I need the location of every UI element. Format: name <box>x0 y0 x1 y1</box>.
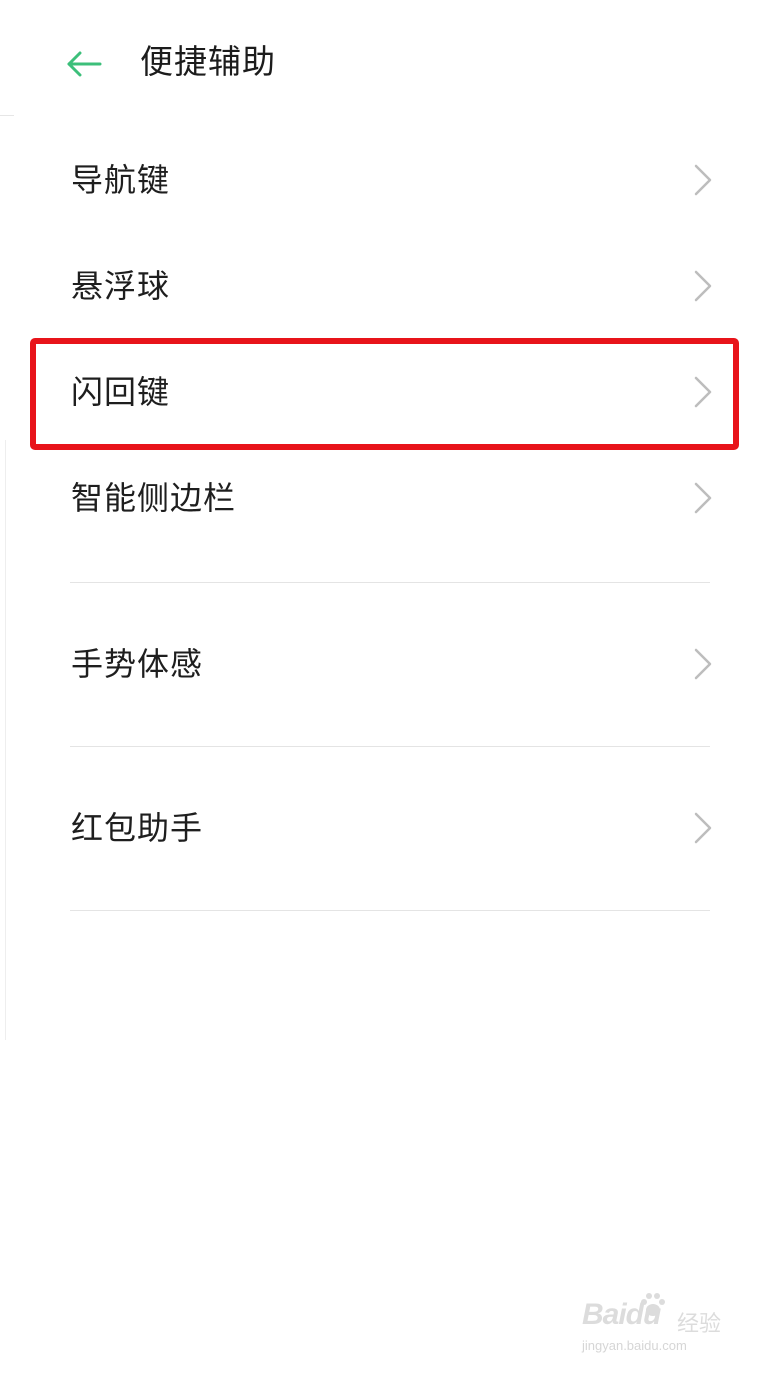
section-divider <box>70 746 710 747</box>
page-title: 便捷辅助 <box>140 42 276 81</box>
list-item-smart-sidebar[interactable]: 智能侧边栏 <box>0 458 760 538</box>
chevron-right-icon <box>694 376 712 408</box>
list-item-red-packet-assistant[interactable]: 红包助手 <box>0 786 760 870</box>
chevron-right-icon <box>694 164 712 196</box>
watermark-logo: Baidu <box>582 1298 661 1331</box>
arrow-left-icon <box>67 51 102 77</box>
list-item-flashback-key[interactable]: 闪回键 <box>0 352 760 432</box>
list-item-gesture-motion[interactable]: 手势体感 <box>0 622 760 706</box>
back-button[interactable] <box>58 40 110 88</box>
section-divider <box>70 910 710 911</box>
header-divider <box>0 115 14 116</box>
section-divider <box>70 582 710 583</box>
baidu-jingyan-watermark: Baidu 经验 jingyan.baidu.com <box>582 1290 732 1360</box>
chevron-right-icon <box>694 812 712 844</box>
paw-icon <box>641 1293 665 1316</box>
list-item-label: 闪回键 <box>71 373 171 411</box>
list-item-navigation-keys[interactable]: 导航键 <box>0 140 760 220</box>
list-item-label: 悬浮球 <box>71 267 171 305</box>
app-header: 便捷辅助 <box>0 0 760 116</box>
list-item-floating-ball[interactable]: 悬浮球 <box>0 246 760 326</box>
list-item-label: 智能侧边栏 <box>71 479 237 517</box>
watermark-brand: 经验 <box>677 1312 722 1337</box>
list-item-label: 红包助手 <box>71 809 204 847</box>
list-item-label: 导航键 <box>71 161 171 199</box>
chevron-right-icon <box>694 270 712 302</box>
watermark-url: jingyan.baidu.com <box>582 1338 687 1353</box>
chevron-right-icon <box>694 482 712 514</box>
chevron-right-icon <box>694 648 712 680</box>
list-item-label: 手势体感 <box>71 645 204 683</box>
